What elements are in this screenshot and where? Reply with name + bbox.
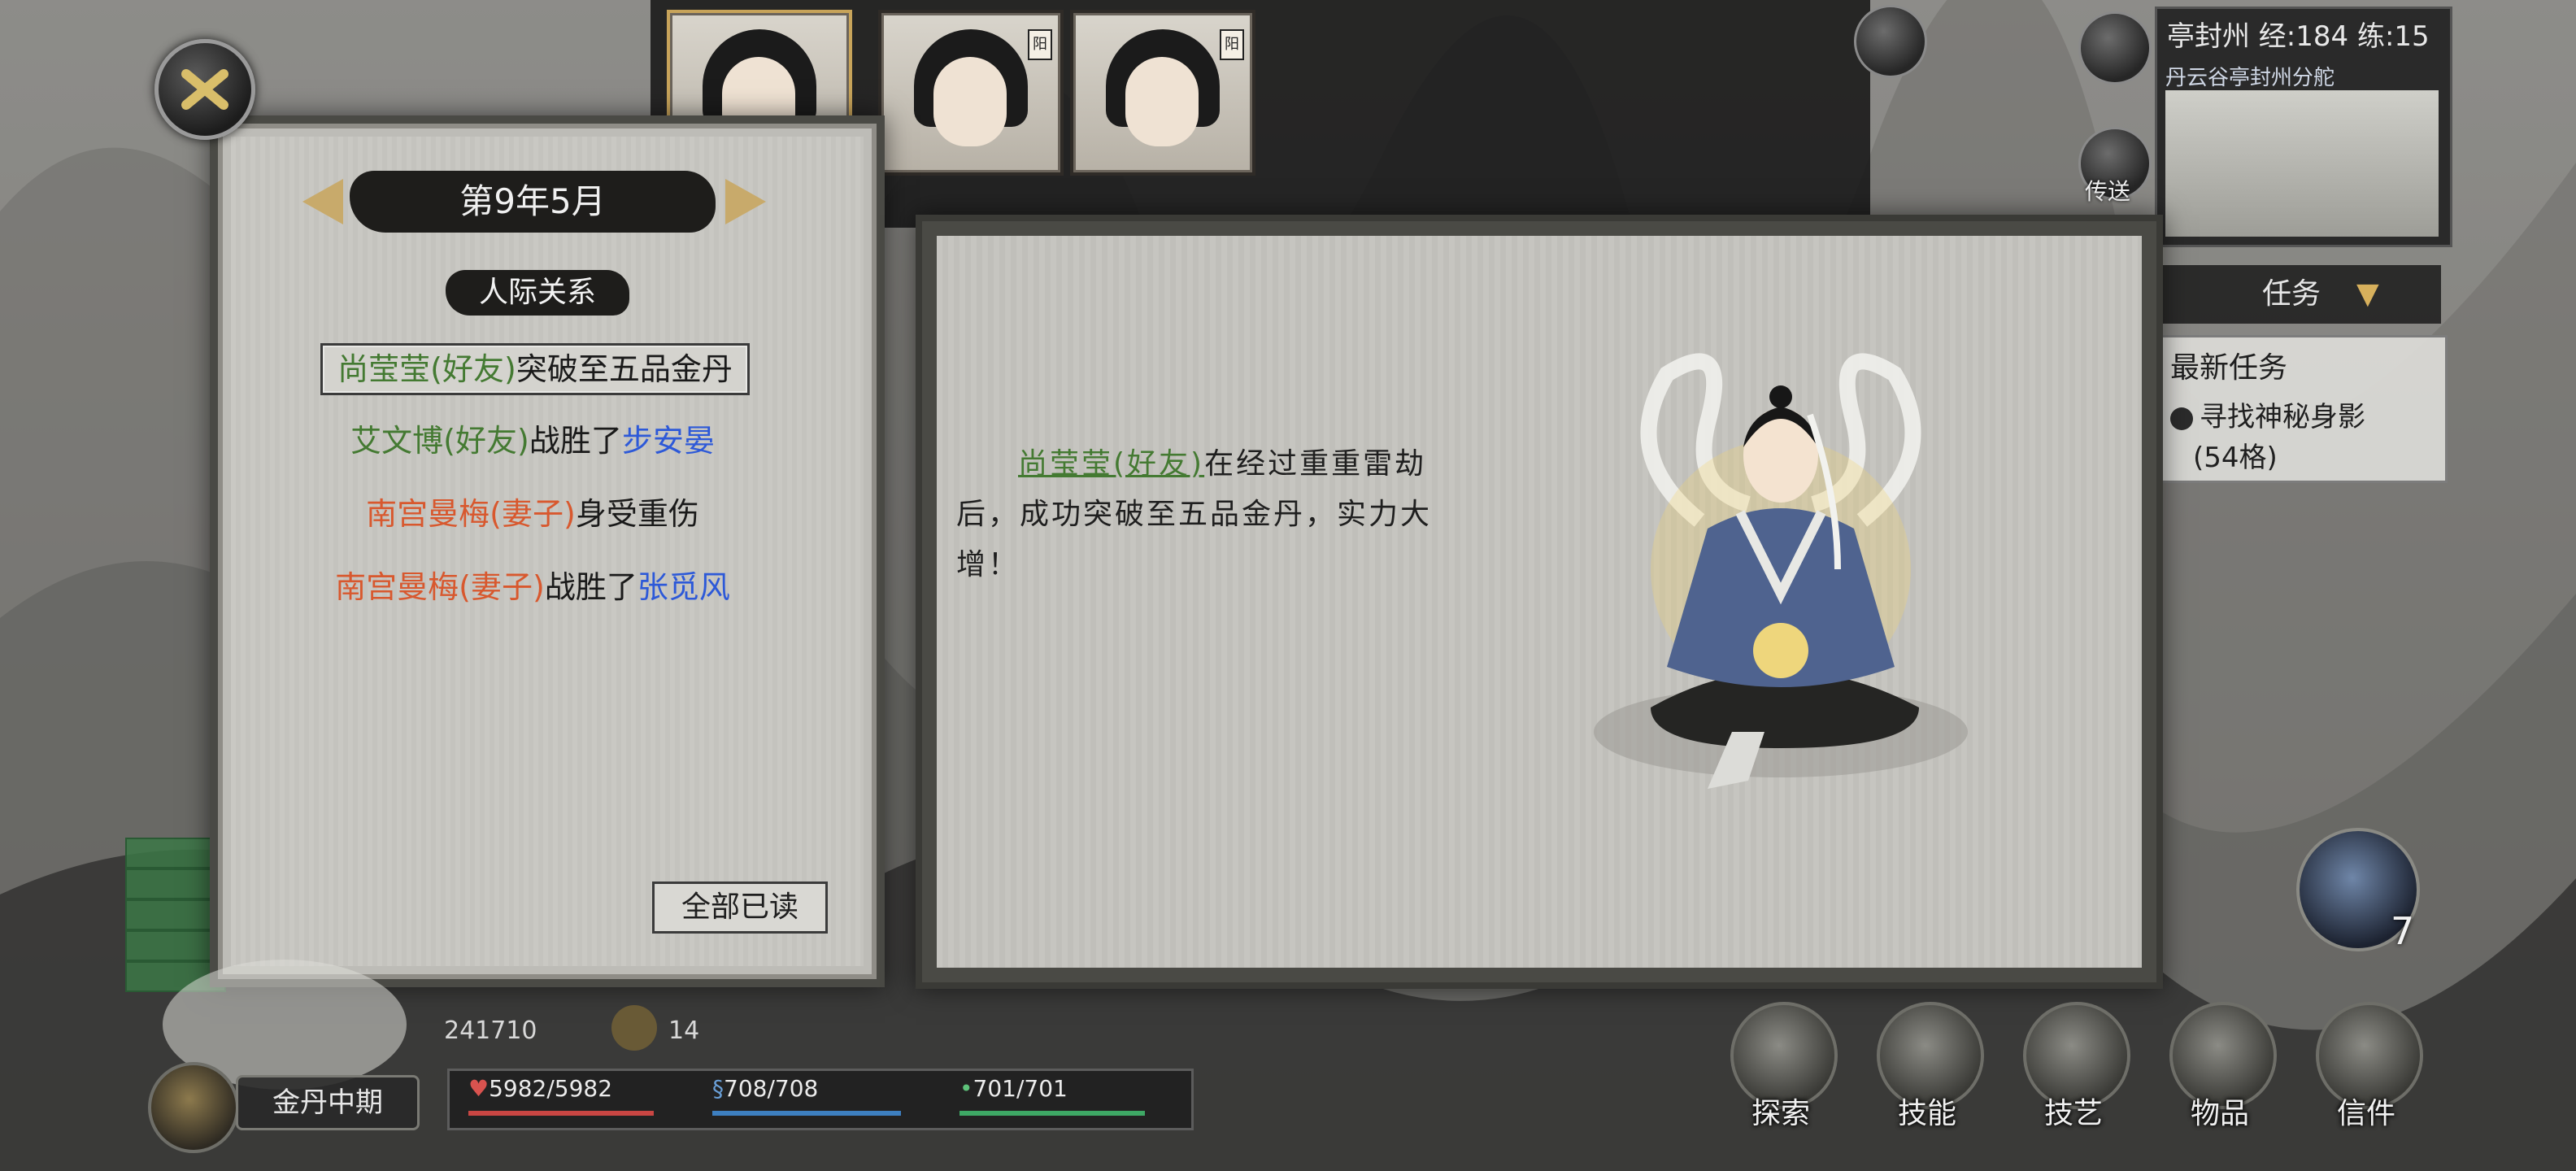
letters-label: 信件 (2336, 1097, 2395, 1130)
mp-bar (712, 1111, 901, 1116)
detail-character-name[interactable]: 尚莹莹(好友) (1018, 447, 1204, 481)
companion-portrait[interactable]: 阳 (878, 10, 1064, 176)
realm-label: 金丹中期 (236, 1075, 420, 1130)
event-actor: 艾文博(好友) (350, 423, 529, 459)
coin-icon (611, 1005, 657, 1051)
region-status-header: 亭封州 经:184 练:15 (2167, 20, 2430, 53)
hp-bar (468, 1111, 654, 1116)
skills-label: 技能 (1897, 1097, 1956, 1130)
task-marker-icon (2170, 407, 2193, 430)
latest-task-card[interactable]: 最新任务 寻找神秘身影 (54格) (2155, 335, 2448, 483)
event-action: 战胜了 (544, 569, 637, 605)
event-row[interactable]: 艾文博(好友)战胜了步安晏 (309, 418, 756, 464)
hair-bun (1769, 385, 1792, 408)
event-row[interactable]: 尚莹莹(好友)突破至五品金丹 (320, 343, 750, 395)
hp-text: ♥5982/5982 (468, 1075, 613, 1102)
event-actor: 南宫曼梅(妻子) (366, 496, 576, 532)
event-action: 身受重伤 (575, 496, 699, 532)
dropdown-arrow-icon: ▼ (2356, 277, 2379, 311)
portrait-badge: 阳 (1220, 29, 1244, 60)
explore-label: 探索 (1751, 1097, 1810, 1130)
event-row[interactable]: 南宫曼梅(妻子)战胜了张觅风 (309, 564, 756, 610)
mp-text: §708/708 (712, 1075, 819, 1102)
coins-count: 14 (668, 1016, 700, 1045)
section-title: 人际关系 (446, 270, 629, 316)
date-banner: 第9年5月 (350, 171, 716, 233)
event-target: 张觅风 (637, 569, 730, 605)
event-action: 突破至五品金丹 (516, 351, 733, 387)
portrait-face (1125, 57, 1199, 146)
teleport-label: 传送 (2085, 178, 2131, 205)
stamina-text: •701/701 (959, 1075, 1068, 1102)
task-dropdown-label: 任务 (2262, 277, 2321, 311)
event-log-paper (231, 137, 864, 966)
task-dropdown[interactable]: 任务 ▼ (2152, 265, 2441, 324)
portrait-face (933, 57, 1007, 146)
event-actor: 尚莹莹(好友) (337, 351, 516, 387)
companion-portrait[interactable]: 阳 (1070, 10, 1255, 176)
mark-all-read-button[interactable]: 全部已读 (652, 882, 828, 934)
mp-value: 708/708 (724, 1075, 819, 1102)
items-label: 物品 (2190, 1097, 2249, 1130)
next-month-arrow-icon[interactable] (725, 179, 766, 224)
latest-task-name: 寻找神秘身影 (2200, 401, 2365, 433)
latest-task-title: 最新任务 (2170, 351, 2288, 385)
settings-gear-icon[interactable] (2078, 11, 2152, 85)
mini-map[interactable] (2165, 90, 2439, 237)
stamina-value: 701/701 (973, 1075, 1068, 1102)
stamina-bar (959, 1111, 1145, 1116)
event-target: 步安晏 (621, 423, 715, 459)
event-action: 战胜了 (529, 423, 622, 459)
yin-yang-count: 7 (2391, 909, 2415, 953)
event-row[interactable]: 南宫曼梅(妻子)身受重伤 (309, 491, 756, 537)
hp-value: 5982/5982 (489, 1075, 613, 1102)
crafts-label: 技艺 (2043, 1097, 2103, 1130)
portrait-badge: 阳 (1028, 29, 1052, 60)
golden-core-orb (1753, 623, 1808, 678)
realm-icon[interactable] (148, 1062, 239, 1153)
meditating-cultivator-illustration (1594, 353, 1968, 789)
region-status-panel[interactable]: 亭封州 经:184 练:15 丹云谷亭封州分舵 (2155, 7, 2452, 247)
region-status-subtitle: 丹云谷亭封州分舵 (2165, 66, 2335, 90)
spirit-stones-count: 241710 (444, 1016, 537, 1045)
event-detail-text: 尚莹莹(好友)在经过重重雷劫后，成功突破至五品金丹，实力大增！ (956, 439, 1460, 590)
close-button[interactable] (154, 39, 255, 140)
friends-button[interactable] (1854, 5, 1927, 78)
event-actor: 南宫曼梅(妻子) (335, 569, 545, 605)
prev-month-arrow-icon[interactable] (302, 179, 343, 224)
close-icon (181, 69, 228, 110)
latest-task-distance: (54格) (2193, 442, 2278, 474)
event-log-panel (210, 115, 885, 987)
